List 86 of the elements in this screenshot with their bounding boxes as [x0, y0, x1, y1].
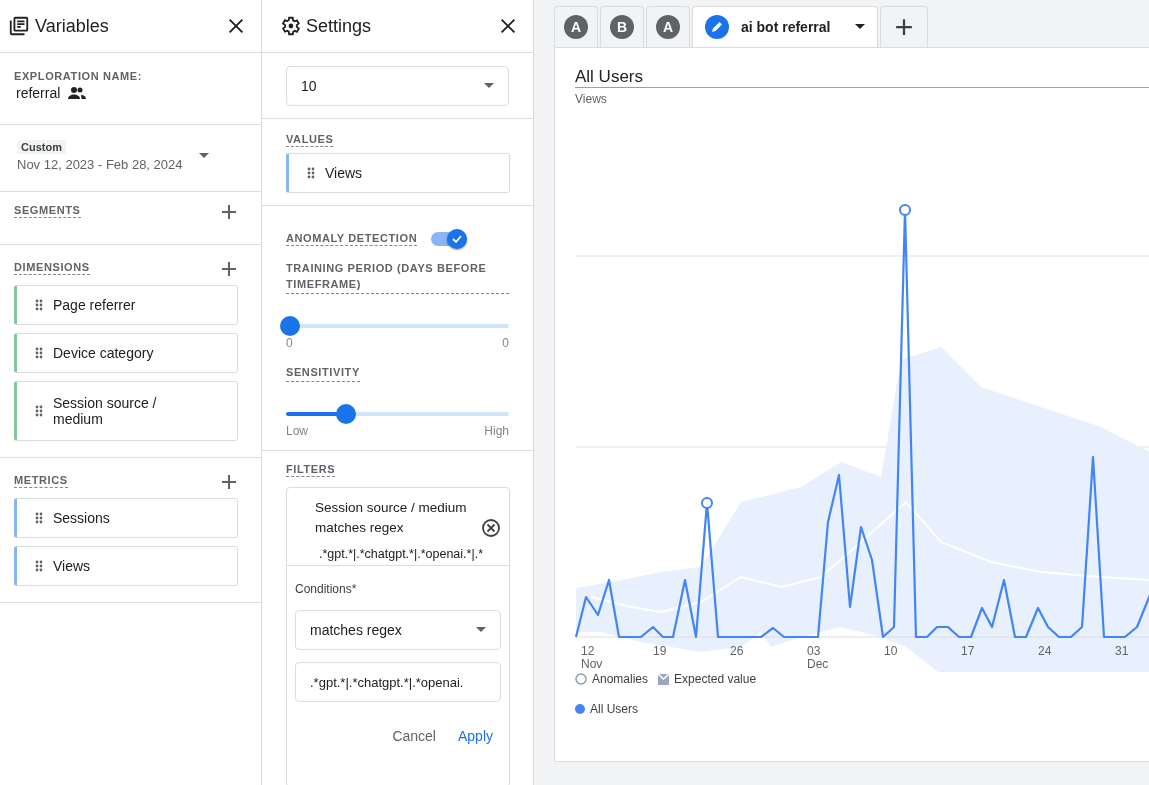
hollow-circle-icon: [575, 673, 587, 685]
section-label: VALUES: [286, 133, 334, 147]
chip-label: Views: [325, 165, 363, 181]
x-tick-label: 31: [1115, 644, 1129, 659]
date-range[interactable]: Nov 12, 2023 - Feb 28, 2024: [17, 157, 183, 172]
value-chip[interactable]: Views: [286, 153, 510, 193]
section-label: DIMENSIONS: [14, 261, 90, 275]
x-tick-label: Dec: [807, 657, 829, 672]
section-label: SEGMENTS: [14, 204, 81, 218]
caret-icon: [855, 24, 865, 30]
chip-label: Views: [53, 558, 91, 574]
settings-icon: [279, 15, 301, 37]
slider-max-label: 0: [502, 336, 509, 350]
filter-value: .*gpt.*|.*chatgpt.*|.*openai.*|.*: [319, 546, 483, 563]
apply-button[interactable]: Apply: [449, 722, 501, 750]
slider-thumb[interactable]: [335, 404, 356, 424]
chip-label: Sessions: [53, 510, 110, 526]
metric-chip[interactable]: Views: [14, 546, 238, 586]
cancel-button[interactable]: Cancel: [384, 722, 444, 750]
legend-label: Expected value: [674, 672, 757, 686]
clear-icon[interactable]: [481, 518, 501, 538]
dot-icon: [575, 704, 585, 714]
pencil-icon: [705, 15, 729, 39]
add-tab-button[interactable]: [880, 6, 928, 47]
x-tick-label: 19: [653, 644, 667, 659]
tab[interactable]: A: [646, 6, 690, 47]
x-tick-label: 03: [807, 644, 821, 659]
caret-icon: [476, 627, 486, 633]
people-icon: [68, 86, 87, 100]
tab[interactable]: ai bot referral: [692, 6, 878, 47]
chip-label: Session source / medium: [53, 395, 158, 427]
drag-handle-icon[interactable]: [35, 560, 43, 572]
section-label: ANOMALY DETECTION: [286, 232, 418, 246]
x-tick-label: 12: [581, 644, 595, 659]
drag-handle-icon[interactable]: [35, 347, 43, 359]
dimension-chip[interactable]: Session source / medium: [14, 381, 238, 441]
lines-select[interactable]: 10: [286, 66, 509, 106]
dimension-chip[interactable]: Device category: [14, 333, 238, 373]
dimension-chip[interactable]: Page referrer: [14, 285, 238, 325]
conditions-label: Conditions*: [295, 582, 358, 596]
chip-label: Page referrer: [53, 297, 136, 313]
add-icon[interactable]: [221, 204, 237, 220]
metric-label: Views: [575, 92, 608, 106]
drag-handle-icon[interactable]: [35, 299, 43, 311]
drag-handle-icon[interactable]: [35, 405, 43, 417]
tab[interactable]: A: [554, 6, 598, 47]
check-icon: [451, 233, 464, 245]
anomaly-marker: [899, 204, 911, 216]
section-label: TRAINING PERIOD (DAYS BEFORE TIMEFRAME): [286, 260, 509, 294]
plus-icon: [895, 18, 913, 36]
slider-thumb[interactable]: [280, 316, 300, 336]
x-tick-label: 17: [961, 644, 975, 659]
x-tick-label: Nov: [581, 657, 603, 672]
chip-label: Device category: [53, 345, 154, 361]
regex-input[interactable]: .*gpt.*|.*chatgpt.*|.*openai.: [295, 662, 501, 702]
section-label: METRICS: [14, 474, 68, 488]
anomaly-toggle[interactable]: [431, 232, 466, 246]
caret-icon[interactable]: [198, 153, 209, 159]
caret-icon: [484, 83, 494, 89]
drag-handle-icon[interactable]: [307, 167, 315, 179]
filter-summary: Session source / medium matches regex: [315, 499, 468, 537]
list-icon: [8, 15, 30, 37]
legend-label: Anomalies: [592, 672, 649, 686]
x-tick-label: 26: [730, 644, 744, 659]
section-label: FILTERS: [286, 463, 336, 477]
legend-label: All Users: [590, 702, 638, 716]
metric-chip[interactable]: Sessions: [14, 498, 238, 538]
section-label: EXPLORATION NAME:: [14, 70, 142, 82]
drag-handle-icon[interactable]: [35, 512, 43, 524]
x-tick-label: 24: [1038, 644, 1052, 659]
add-icon[interactable]: [221, 474, 237, 490]
slider-min-label: Low: [286, 424, 308, 438]
panel-title: Variables: [35, 15, 110, 37]
anomaly-marker: [701, 497, 713, 509]
slider-max-label: High: [484, 424, 509, 438]
slider-min-label: 0: [286, 336, 293, 350]
tab[interactable]: B: [600, 6, 644, 47]
condition-select[interactable]: matches regex: [295, 610, 501, 650]
chart-title: All Users: [575, 67, 1149, 88]
section-label: SENSITIVITY: [286, 364, 360, 382]
panel-title: Settings: [306, 15, 373, 37]
exploration-name[interactable]: referral: [16, 85, 61, 101]
add-icon[interactable]: [221, 261, 237, 277]
envelope-icon: [658, 673, 670, 685]
date-preset-badge: Custom: [17, 140, 66, 154]
x-tick-label: 10: [884, 644, 898, 659]
